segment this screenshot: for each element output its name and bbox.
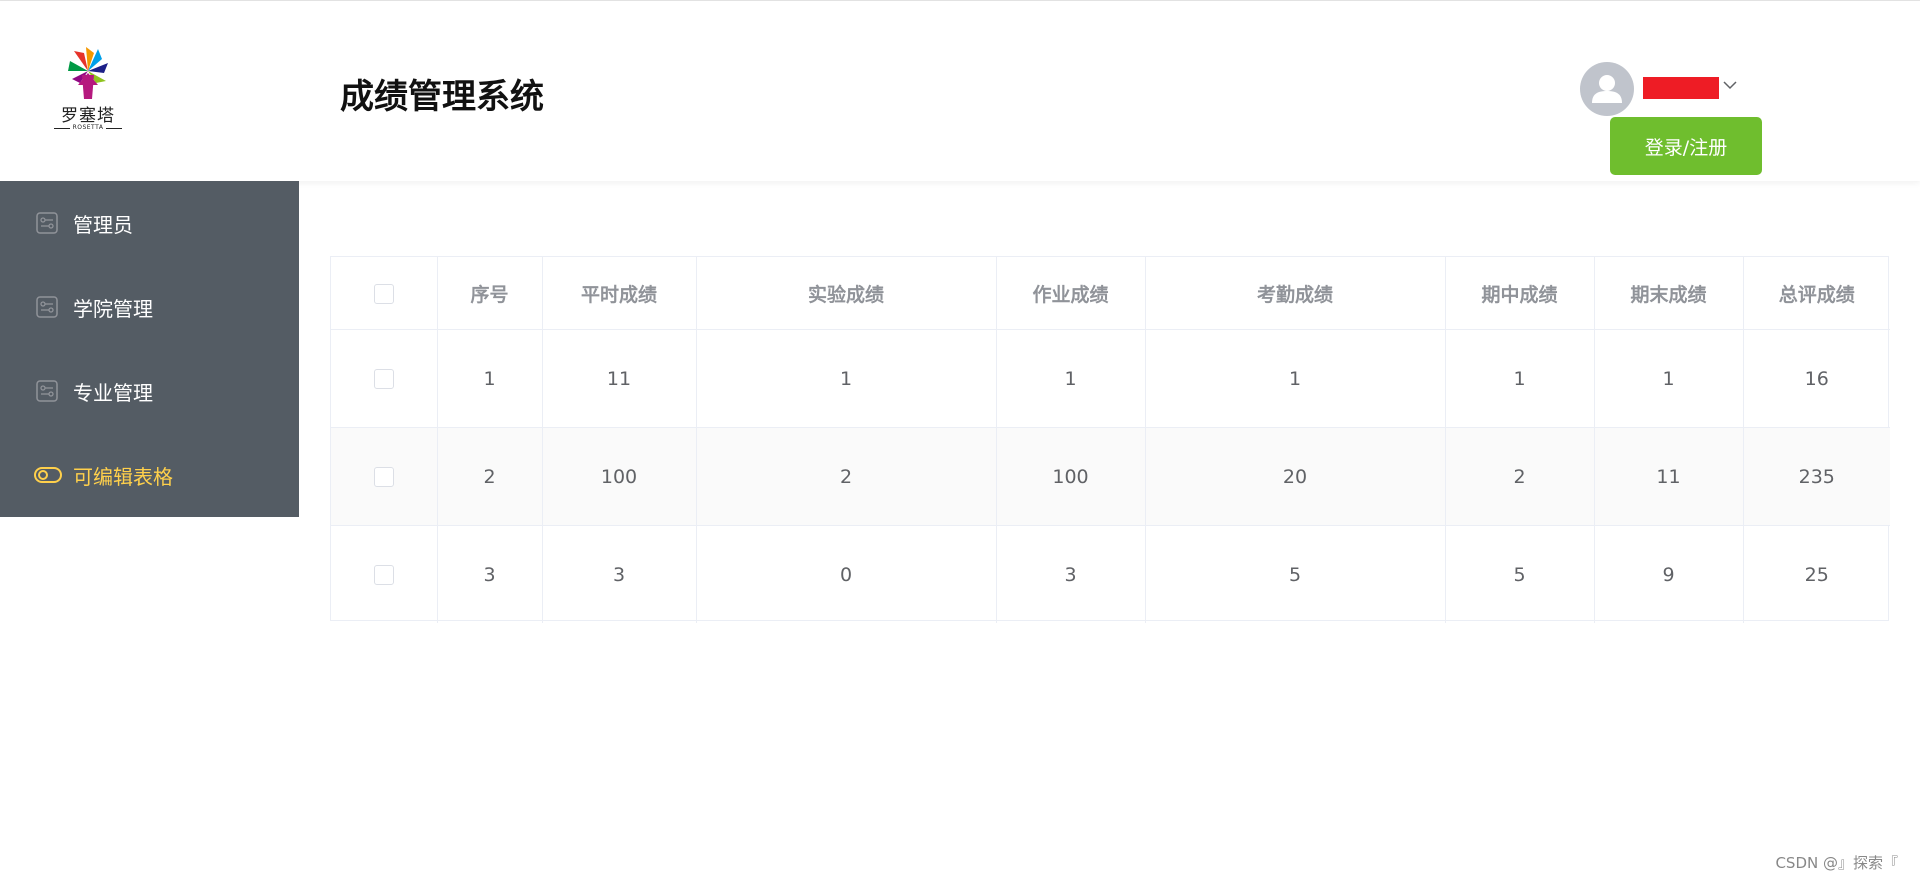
column-header[interactable]: 考勤成绩 — [1145, 257, 1446, 330]
row-select-cell — [331, 329, 438, 428]
table-cell[interactable]: 1 — [1145, 329, 1446, 428]
table-row[interactable]: 3 3 0 3 5 5 9 25 — [331, 525, 1890, 624]
scores-table: 序号 平时成绩 实验成绩 作业成绩 考勤成绩 期中成绩 期末成绩 总评成绩 1 … — [330, 256, 1890, 624]
column-header[interactable]: 实验成绩 — [696, 257, 997, 330]
column-header[interactable]: 作业成绩 — [996, 257, 1146, 330]
select-all-cell — [331, 257, 438, 330]
logo-text: 罗塞塔 — [61, 106, 115, 126]
table-cell[interactable]: 25 — [1743, 526, 1890, 624]
table-cell[interactable]: 2 — [1445, 427, 1595, 526]
sidebar-item-editable-table[interactable]: 可编辑表格 — [0, 433, 299, 517]
table-cell[interactable]: 3 — [996, 525, 1146, 623]
sidebar-item-admin[interactable]: 管理员 — [0, 181, 299, 265]
table-cell[interactable]: 1 — [696, 329, 997, 428]
login-register-button[interactable]: 登录/注册 — [1610, 117, 1762, 175]
table-row[interactable]: 2 100 2 100 20 2 11 235 — [331, 427, 1890, 526]
settings-icon — [36, 296, 58, 318]
sidebar: 管理员 学院管理 专业管理 可编辑表格 — [0, 181, 299, 517]
sidebar-item-major[interactable]: 专业管理 — [0, 349, 299, 433]
sidebar-item-college[interactable]: 学院管理 — [0, 265, 299, 349]
logo-subtext: ROSETTA — [54, 124, 122, 131]
sidebar-item-label: 可编辑表格 — [73, 464, 173, 489]
sidebar-item-label: 管理员 — [73, 212, 133, 237]
table-row[interactable]: 1 11 1 1 1 1 1 16 — [331, 329, 1890, 428]
row-checkbox[interactable] — [373, 369, 394, 389]
select-all-checkbox[interactable] — [373, 283, 394, 304]
table-cell[interactable]: 1 — [437, 329, 543, 428]
table-cell[interactable]: 100 — [996, 427, 1146, 526]
sidebar-item-label: 学院管理 — [73, 296, 153, 321]
row-select-cell — [331, 525, 438, 623]
table-cell[interactable]: 9 — [1594, 525, 1744, 623]
column-header[interactable]: 期中成绩 — [1445, 257, 1595, 330]
table-header-row: 序号 平时成绩 实验成绩 作业成绩 考勤成绩 期中成绩 期末成绩 总评成绩 — [331, 257, 1890, 330]
settings-icon — [36, 380, 58, 402]
table-cell[interactable]: 1 — [1445, 329, 1595, 428]
watermark: CSDN @』探索『 — [1775, 854, 1898, 872]
table-cell[interactable]: 2 — [696, 427, 997, 526]
table-cell[interactable]: 100 — [542, 427, 697, 526]
app-title: 成绩管理系统 — [340, 77, 544, 117]
table-cell[interactable]: 2 — [437, 427, 543, 526]
table-cell[interactable]: 0 — [696, 525, 997, 623]
column-header[interactable]: 序号 — [437, 257, 543, 330]
table-cell[interactable]: 1 — [1594, 329, 1744, 428]
username-redacted[interactable] — [1643, 77, 1719, 99]
row-checkbox[interactable] — [373, 565, 394, 585]
row-select-cell — [331, 427, 438, 526]
table-cell[interactable]: 3 — [542, 525, 697, 623]
table-cell[interactable]: 5 — [1145, 525, 1446, 623]
toggle-icon — [34, 467, 62, 483]
header: 罗塞塔 ROSETTA 成绩管理系统 登录/注册 — [0, 1, 1920, 181]
table-cell[interactable]: 16 — [1743, 329, 1890, 428]
table-cell[interactable]: 235 — [1743, 427, 1890, 526]
column-header[interactable]: 平时成绩 — [542, 257, 697, 330]
table-cell[interactable]: 11 — [1594, 427, 1744, 526]
user-icon — [1592, 75, 1622, 103]
column-header[interactable]: 期末成绩 — [1594, 257, 1744, 330]
settings-icon — [36, 212, 58, 234]
sidebar-item-label: 专业管理 — [73, 380, 153, 405]
table-cell[interactable]: 11 — [542, 329, 697, 428]
column-header[interactable]: 总评成绩 — [1743, 257, 1890, 330]
table-cell[interactable]: 1 — [996, 329, 1146, 428]
table-cell[interactable]: 5 — [1445, 525, 1595, 623]
table-cell[interactable]: 20 — [1145, 427, 1446, 526]
row-checkbox[interactable] — [373, 467, 394, 487]
chevron-down-icon[interactable] — [1722, 77, 1738, 93]
user-avatar[interactable] — [1580, 62, 1634, 116]
table-cell[interactable]: 3 — [437, 525, 543, 623]
